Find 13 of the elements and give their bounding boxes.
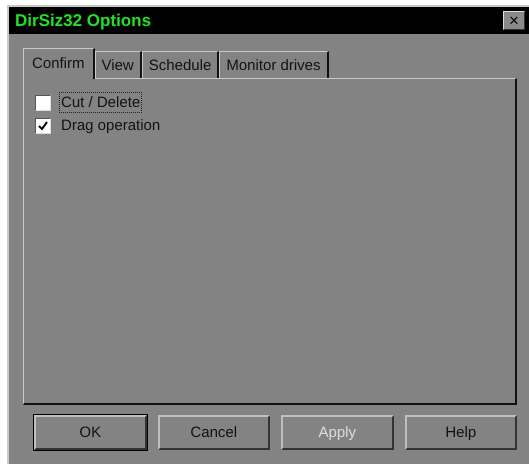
checkbox-label[interactable]: Cut / Delete	[60, 93, 142, 112]
tab[interactable]: Schedule	[142, 51, 220, 78]
dialog-button[interactable]: Cancel	[158, 415, 270, 450]
tab[interactable]: View	[94, 51, 142, 78]
dialog-button[interactable]: OK	[34, 415, 146, 450]
close-button[interactable]: ×	[503, 11, 525, 30]
tab[interactable]: Monitor drives	[219, 51, 329, 78]
window-title: DirSiz32 Options	[15, 10, 152, 30]
tab[interactable]: Confirm	[23, 48, 95, 79]
checkbox[interactable]	[35, 118, 51, 134]
checkbox[interactable]	[35, 94, 51, 110]
dialog-button[interactable]: Help	[404, 415, 517, 450]
checkbox-label[interactable]: Drag operation	[60, 116, 162, 135]
